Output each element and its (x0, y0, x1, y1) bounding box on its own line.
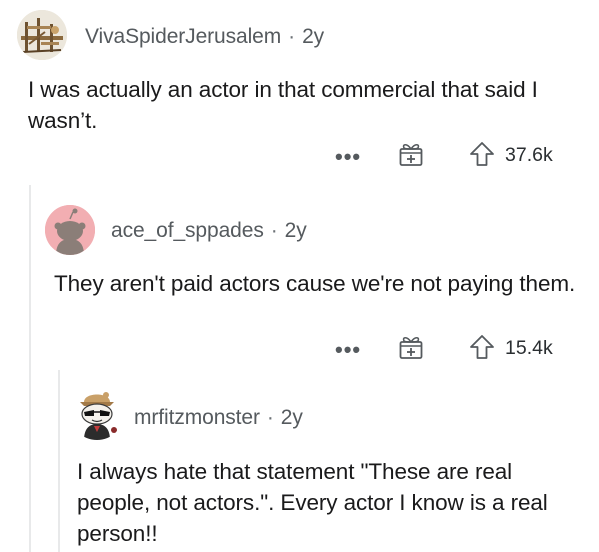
comment-thread: VivaSpiderJerusalem · 2y I was actually an… (0, 0, 599, 552)
avatar[interactable] (17, 10, 67, 60)
gift-icon (399, 336, 423, 359)
avatar[interactable] (45, 205, 95, 255)
thread-line-level-1[interactable] (29, 185, 31, 552)
snoo-avatar-icon (70, 386, 124, 440)
comment-meta: mrfitzmonster · 2y (134, 406, 303, 430)
upvote-arrow-icon (470, 335, 494, 359)
thread-line-level-2[interactable] (58, 370, 60, 552)
gift-icon (399, 143, 423, 166)
comment-body: I always hate that statement "These are … (77, 459, 548, 546)
vote-score: 37.6k (505, 144, 553, 166)
more-options-button[interactable]: ••• (335, 146, 361, 168)
award-button[interactable] (397, 333, 425, 366)
snoo-avatar-icon (45, 205, 95, 255)
comment-meta: ace_of_sppades · 2y (111, 219, 307, 243)
upvote-button[interactable] (468, 333, 496, 366)
comment-body: I was actually an actor in that commerci… (28, 77, 538, 133)
comment-age: 2y (284, 219, 307, 242)
more-options-button[interactable]: ••• (335, 339, 361, 361)
username[interactable]: ace_of_sppades (111, 219, 264, 242)
comment-body: They aren't paid actors cause we're not … (54, 271, 576, 296)
separator-dot: · (266, 406, 274, 429)
upvote-button[interactable] (468, 140, 496, 173)
award-button[interactable] (397, 140, 425, 173)
comment-age: 2y (302, 25, 325, 48)
separator-dot: · (270, 219, 278, 242)
user-avatar-image (17, 10, 67, 60)
comment-meta: VivaSpiderJerusalem · 2y (85, 25, 324, 49)
username[interactable]: mrfitzmonster (134, 406, 260, 429)
vote-score: 15.4k (505, 337, 553, 359)
avatar[interactable] (70, 386, 124, 440)
comment-age: 2y (280, 406, 303, 429)
username[interactable]: VivaSpiderJerusalem (85, 25, 281, 48)
upvote-arrow-icon (470, 142, 494, 166)
separator-dot: · (288, 25, 296, 48)
